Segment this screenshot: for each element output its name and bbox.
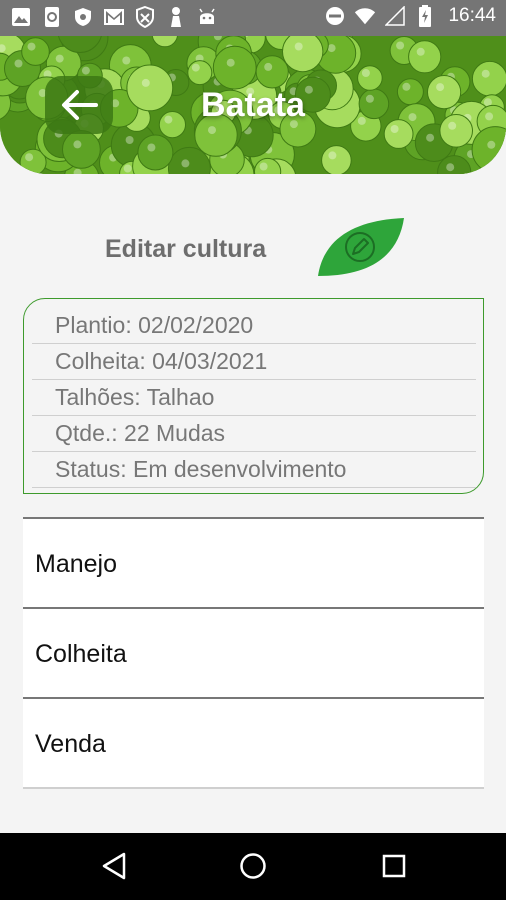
nav-back-button[interactable] [96,848,132,884]
info-plantio: Plantio: 02/02/2020 [32,308,476,344]
menu-item-manejo[interactable]: Manejo [23,517,484,607]
menu-item-venda[interactable]: Venda [23,697,484,787]
culture-info-card: Plantio: 02/02/2020 Colheita: 04/03/2021… [23,298,484,494]
menu-item-colheita[interactable]: Colheita [23,607,484,697]
info-colheita: Colheita: 04/03/2021 [32,344,476,380]
info-qtde: Qtde.: 22 Mudas [32,416,476,452]
page-title: Batata [201,86,305,124]
home-circle-icon [240,853,266,879]
recents-square-icon [382,854,406,878]
do-not-disturb-icon [324,5,346,27]
culture-menu-list: Manejo Colheita Venda [23,517,484,789]
signal-icon [384,5,406,27]
navigation-bar [0,833,506,900]
back-triangle-icon [102,852,126,880]
gmail-icon [103,6,125,28]
image-icon [10,6,32,28]
edit-culture-button[interactable] [318,218,404,276]
info-status: Status: Em desenvolvimento [32,452,476,488]
shield-outline-icon [134,6,156,28]
shield-icon [72,6,94,28]
status-time: 16:44 [448,5,496,26]
status-bar: 16:44 [0,0,506,36]
nav-home-button[interactable] [235,848,271,884]
edit-culture-label: Editar cultura [105,235,267,263]
nav-recents-button[interactable] [376,848,412,884]
android-icon [196,6,218,28]
wifi-icon [354,5,376,27]
phone-sync-icon [41,6,63,28]
info-talhoes: Talhões: Talhao [32,380,476,416]
battery-charging-icon [414,5,436,27]
person-icon [165,6,187,28]
header-banner: Batata [0,36,506,174]
